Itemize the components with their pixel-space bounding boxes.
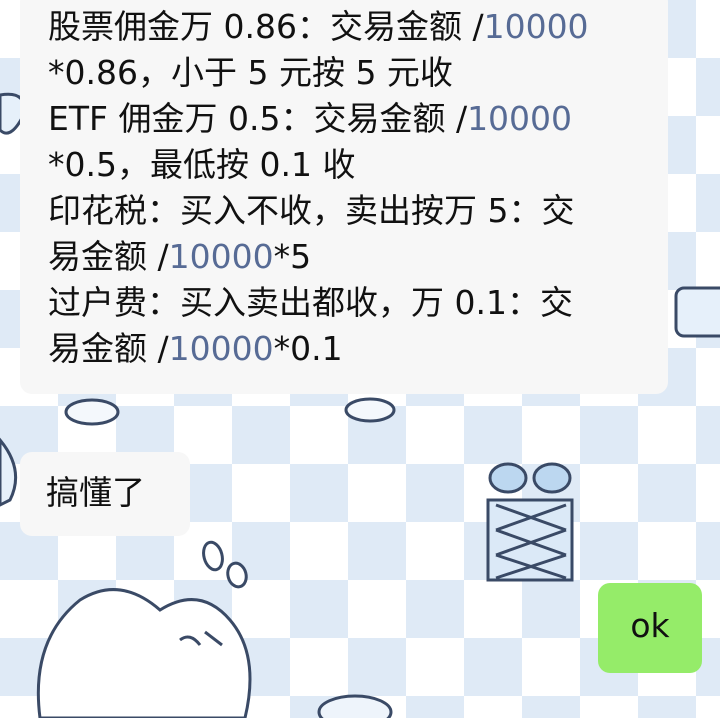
message-bubble-fee-rules[interactable]: 股票佣金万 0.86：交易金额 /10000 *0.86，小于 5 元按 5 元… <box>20 0 668 394</box>
lace-decoration <box>486 462 574 582</box>
message-text: ok <box>630 606 670 645</box>
message-text: 印花税：买入不收，卖出按万 5：交 <box>48 191 575 230</box>
phone-number-link[interactable]: 10000 <box>484 7 589 46</box>
message-text: *0.86，小于 5 元按 5 元收 <box>48 53 453 92</box>
message-line: 易金额 /10000*5 <box>48 234 640 280</box>
message-text: ETF 佣金万 0.5：交易金额 / <box>48 99 468 138</box>
message-text: 过户费：买入卖出都收，万 0.1：交 <box>48 283 573 322</box>
message-text: 股票佣金万 0.86：交易金额 / <box>48 7 484 46</box>
ribbon-decoration <box>64 397 396 426</box>
message-line: 股票佣金万 0.86：交易金额 /10000 <box>48 4 640 50</box>
message-line: 过户费：买入卖出都收，万 0.1：交 <box>48 280 640 326</box>
message-text: 易金额 / <box>48 329 169 368</box>
tag-decoration-right <box>674 286 720 338</box>
message-text: 搞懂了 <box>46 473 145 512</box>
message-text: *5 <box>273 237 312 276</box>
message-line: *0.86，小于 5 元按 5 元收 <box>48 50 640 96</box>
message-line: *0.5，最低按 0.1 收 <box>48 142 640 188</box>
message-text: 易金额 / <box>48 237 169 276</box>
bunny-character <box>36 588 393 718</box>
message-text: *0.5，最低按 0.1 收 <box>48 145 356 184</box>
message-bubble-ok[interactable]: ok <box>598 583 702 673</box>
message-line: 印花税：买入不收，卖出按万 5：交 <box>48 188 640 234</box>
message-line: 易金额 /10000*0.1 <box>48 326 640 372</box>
phone-number-link[interactable]: 10000 <box>169 237 274 276</box>
phone-number-link[interactable]: 10000 <box>169 329 274 368</box>
message-bubble-understood[interactable]: 搞懂了 <box>20 452 190 536</box>
bean-decoration <box>202 540 248 589</box>
message-text: *0.1 <box>273 329 343 368</box>
message-line: ETF 佣金万 0.5：交易金额 /10000 <box>48 96 640 142</box>
phone-number-link[interactable]: 10000 <box>467 99 572 138</box>
